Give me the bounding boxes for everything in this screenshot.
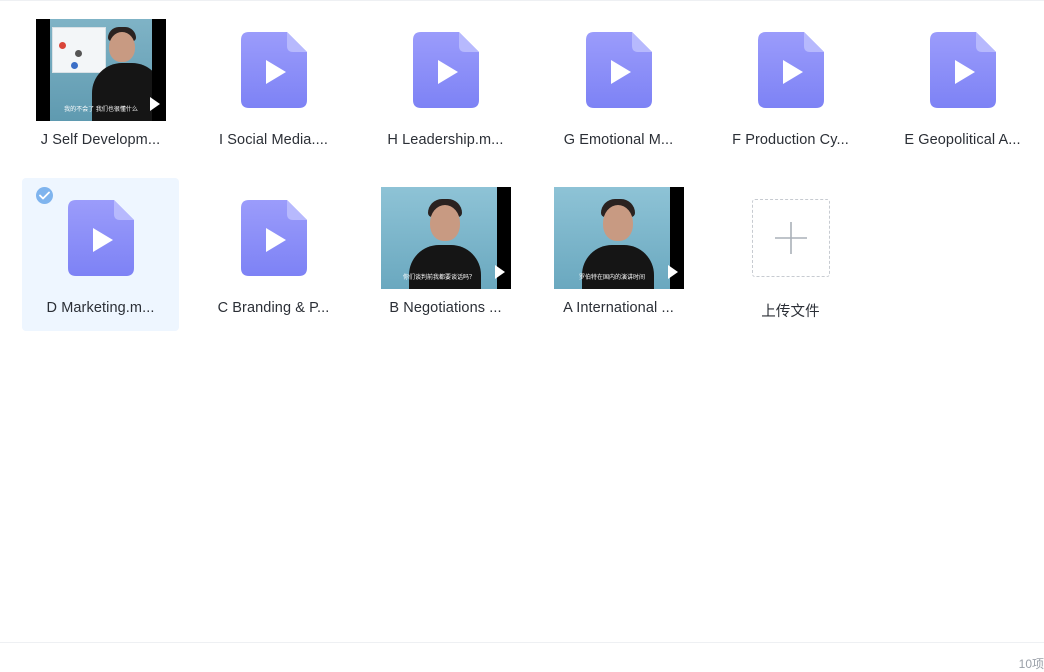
file-tile[interactable]: F Production Cy... xyxy=(712,10,869,163)
file-name: J Self Developm... xyxy=(40,132,161,148)
video-file-icon xyxy=(68,200,134,276)
file-name: F Production Cy... xyxy=(732,132,849,148)
file-tile-selected[interactable]: D Marketing.m... xyxy=(22,178,179,331)
upload-label: 上传文件 xyxy=(761,304,820,320)
footer-divider xyxy=(0,642,1044,643)
file-name: H Leadership.m... xyxy=(387,132,504,148)
item-count: 10项 xyxy=(1018,657,1044,671)
play-icon xyxy=(150,97,160,111)
file-grid: 我的不会了 我们也很懂什么 J Self Developm... I Socia… xyxy=(0,0,1044,640)
file-tile[interactable]: H Leadership.m... xyxy=(367,10,524,163)
video-file-icon xyxy=(241,32,307,108)
file-tile[interactable]: 我的不会了 我们也很懂什么 J Self Developm... xyxy=(22,10,179,163)
video-file-icon xyxy=(758,32,824,108)
plus-icon xyxy=(775,222,807,254)
video-thumbnail: 你们谈判前我都要谈话吗？ xyxy=(381,187,511,289)
video-file-icon xyxy=(241,200,307,276)
file-name: D Marketing.m... xyxy=(46,300,155,316)
file-name: E Geopolitical A... xyxy=(904,132,1021,148)
file-tile[interactable]: E Geopolitical A... xyxy=(884,10,1041,163)
file-name: B Negotiations ... xyxy=(389,300,502,316)
play-icon xyxy=(495,265,505,279)
play-icon xyxy=(668,265,678,279)
video-file-icon xyxy=(413,32,479,108)
file-tile[interactable]: 罗伯特在国内的演讲时间 A International ... xyxy=(540,178,697,331)
file-name: C Branding & P... xyxy=(217,300,330,316)
upload-tile[interactable]: 上传文件 xyxy=(712,178,869,331)
file-tile[interactable]: G Emotional M... xyxy=(540,10,697,163)
file-tile[interactable]: C Branding & P... xyxy=(195,178,352,331)
video-thumbnail: 我的不会了 我们也很懂什么 xyxy=(36,19,166,121)
whiteboard xyxy=(52,27,106,73)
file-name: I Social Media.... xyxy=(219,132,328,148)
video-file-icon xyxy=(586,32,652,108)
file-name: A International ... xyxy=(563,300,674,316)
file-tile[interactable]: I Social Media.... xyxy=(195,10,352,163)
upload-button[interactable] xyxy=(752,199,830,277)
file-name: G Emotional M... xyxy=(563,132,674,148)
video-thumbnail: 罗伯特在国内的演讲时间 xyxy=(554,187,684,289)
file-tile[interactable]: 你们谈判前我都要谈话吗？ B Negotiations ... xyxy=(367,178,524,331)
video-file-icon xyxy=(930,32,996,108)
